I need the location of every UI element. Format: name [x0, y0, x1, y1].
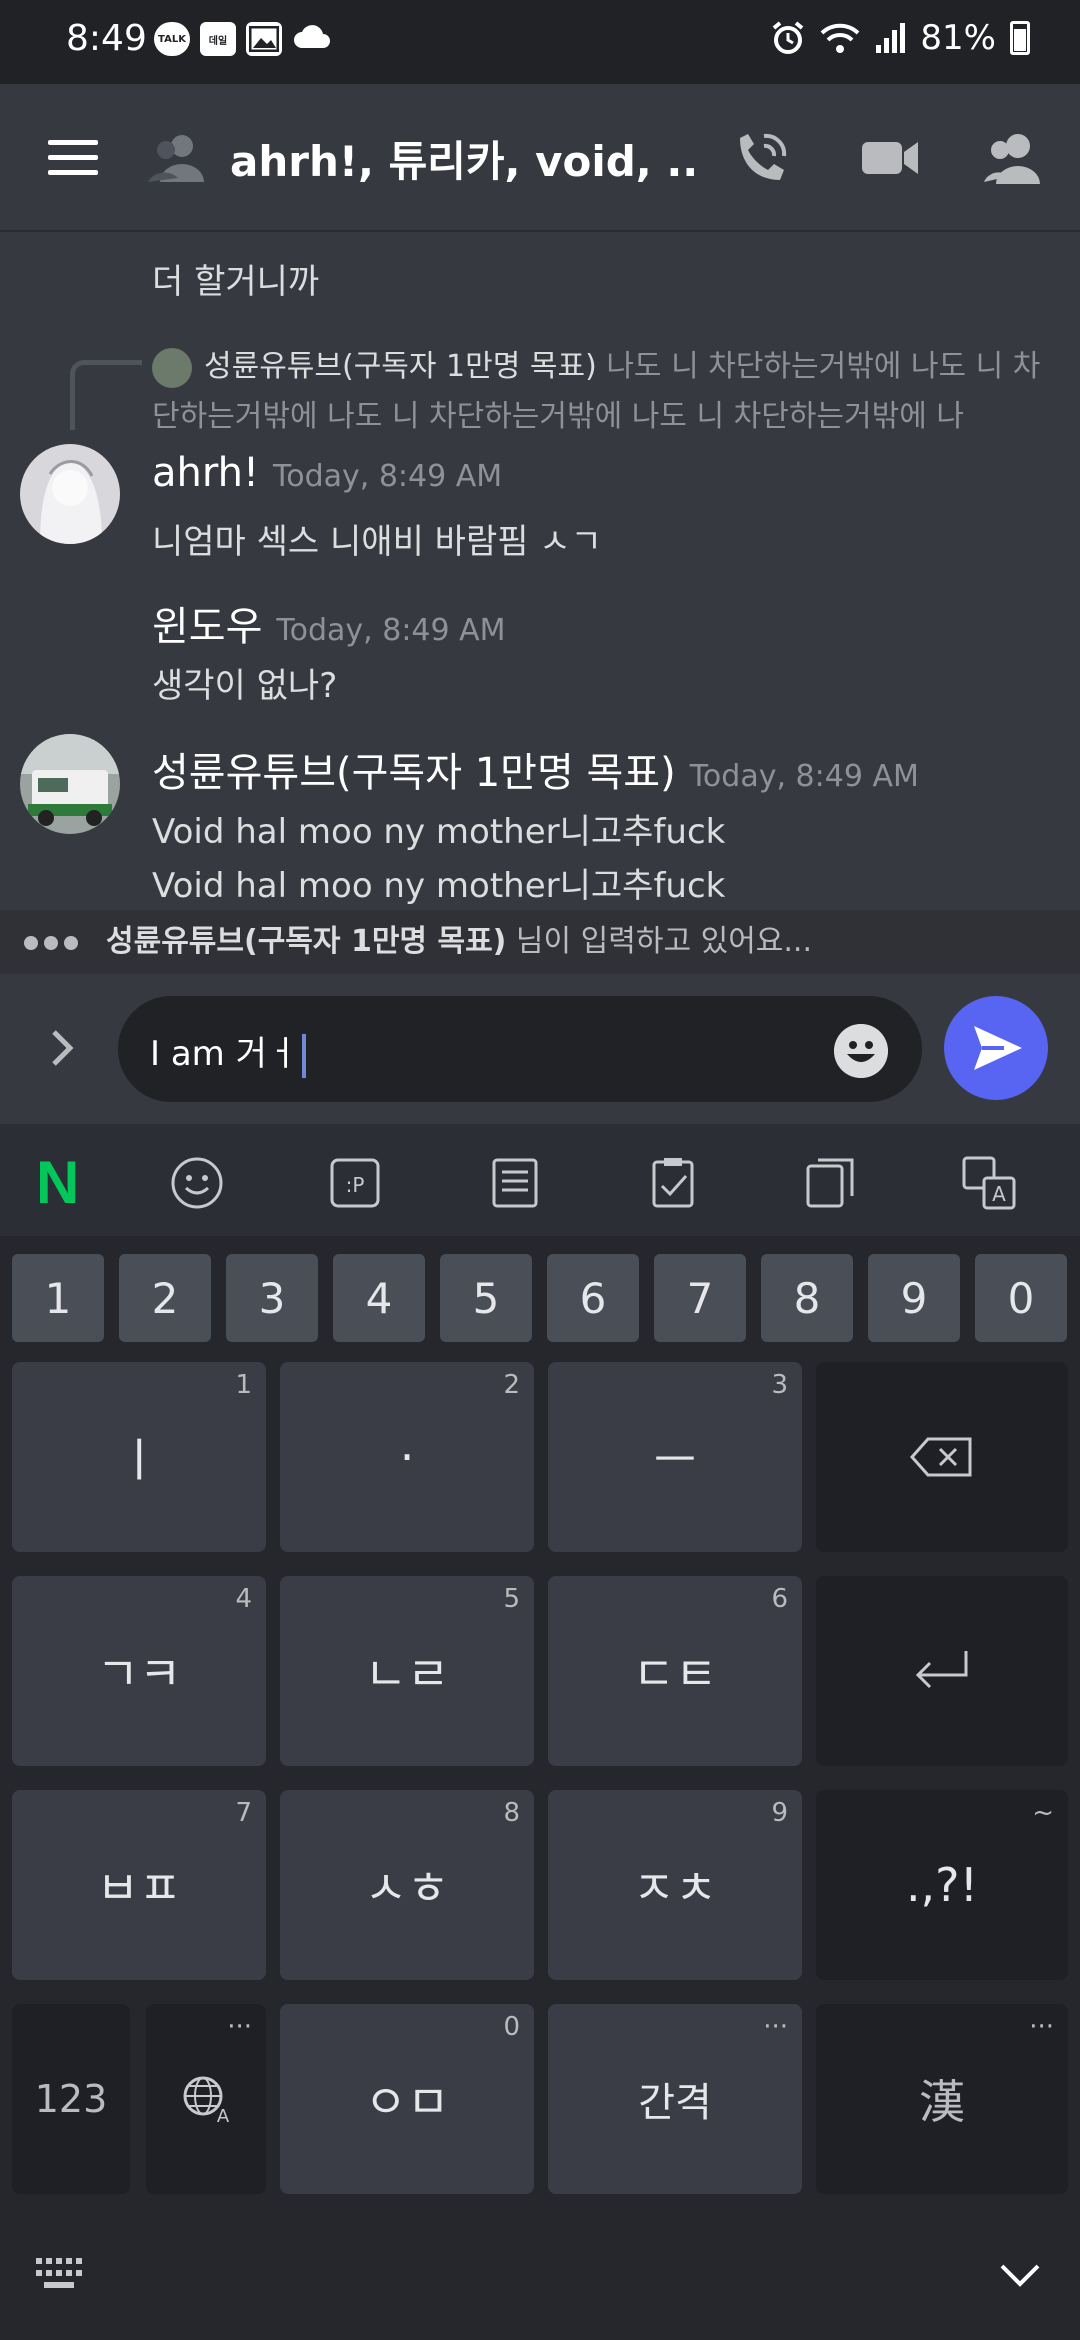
notes-icon[interactable]: [486, 1154, 544, 1212]
emoticon-icon[interactable]: :P: [326, 1154, 384, 1212]
key-nieun[interactable]: ㄴㄹ 5: [280, 1576, 534, 1766]
battery-percent: 81%: [920, 18, 996, 58]
message-header: ahrh! Today, 8:49 AM: [152, 450, 502, 496]
keyboard: N :P A 1 2 3 4 5 6 7 8 9 0 ㅣ1 · 2 ㅡ3 ㄱㅋ 4 …: [0, 1124, 1080, 2340]
reply-connector: [70, 360, 142, 430]
backspace-icon: [910, 1437, 972, 1477]
hide-keyboard-icon[interactable]: [998, 2262, 1042, 2290]
author-name[interactable]: 윈도우: [152, 604, 262, 650]
message-text: 니엄마 섹스 니애비 바람핌 ㅅㄱ: [152, 522, 602, 562]
message-composer: I am 거ㅓ: [0, 974, 1080, 1124]
cloud-icon: [292, 22, 332, 56]
alarm-icon: [773, 21, 804, 54]
wifi-icon: [821, 23, 860, 53]
message-input[interactable]: I am 거ㅓ: [118, 996, 922, 1102]
globe-icon: A: [183, 2076, 230, 2124]
message-text: Void hal moo ny mother니고추fuck: [152, 812, 726, 852]
key-vowel-eu[interactable]: ㅡ3: [548, 1362, 802, 1552]
message-timestamp: Today, 8:49 AM: [276, 613, 506, 648]
typing-indicator: 성륜유튜브(구독자 1만명 목표) 님이 입력하고 있어요...: [0, 910, 1080, 974]
svg-text:A: A: [217, 2106, 230, 2124]
translate-icon[interactable]: A: [960, 1154, 1018, 1212]
key-7[interactable]: 7: [654, 1254, 746, 1342]
avatar[interactable]: [20, 734, 120, 834]
send-button[interactable]: [944, 996, 1048, 1100]
key-4[interactable]: 4: [333, 1254, 425, 1342]
svg-text:A: A: [992, 1182, 1006, 1206]
naver-icon[interactable]: N: [36, 1153, 94, 1213]
channel-header: ahrh!, 튜리카, void, ...: [0, 84, 1080, 230]
channel-title[interactable]: ahrh!, 튜리카, void, ...: [230, 128, 700, 189]
key-ieung[interactable]: ㅇㅁ 0: [280, 2004, 534, 2194]
message-text: 더 할거니까: [152, 262, 320, 302]
key-1[interactable]: 1: [12, 1254, 104, 1342]
enter-icon: [915, 1651, 968, 1689]
battery-icon: [1010, 21, 1030, 55]
key-digeut[interactable]: ㄷㅌ 6: [548, 1576, 802, 1766]
key-3[interactable]: 3: [226, 1254, 318, 1342]
key-jieut[interactable]: ㅈㅊ 9: [548, 1790, 802, 1980]
keyboard-nav-bar: [0, 2222, 1080, 2340]
keyboard-toolbar: N :P A: [0, 1124, 1080, 1236]
key-5[interactable]: 5: [440, 1254, 532, 1342]
reply-avatar: [152, 347, 192, 388]
status-bar: 8:49 TALK 데일 81%: [0, 0, 1080, 84]
backspace-key[interactable]: [816, 1362, 1068, 1552]
typing-dots-icon: [24, 936, 78, 950]
members-icon[interactable]: [982, 128, 1046, 188]
key-giyeok[interactable]: ㄱㅋ 4: [12, 1576, 266, 1766]
key-vowel-i[interactable]: ㅣ1: [12, 1362, 266, 1552]
copy-icon[interactable]: [802, 1154, 860, 1212]
key-0[interactable]: 0: [975, 1254, 1067, 1342]
status-right: 81%: [770, 18, 1030, 58]
author-name[interactable]: 성륜유튜브(구독자 1만명 목표): [152, 750, 676, 796]
key-6[interactable]: 6: [547, 1254, 639, 1342]
voice-call-icon[interactable]: [730, 128, 794, 188]
space-key[interactable]: 간격 ···: [548, 2004, 802, 2194]
hanja-key[interactable]: 漢 ···: [816, 2004, 1068, 2194]
avatar[interactable]: [20, 444, 120, 544]
reply-preview[interactable]: 성륜유튜브(구독자 1만명 목표) 나도 니 차단하는거밖에 나도 니 차단하는…: [152, 342, 1062, 442]
typing-user: 성륜유튜브(구독자 1만명 목표): [106, 924, 507, 959]
emoji-icon[interactable]: [834, 1024, 888, 1078]
message-input-value[interactable]: I am 거ㅓ: [150, 1026, 307, 1078]
app-notification-icon: 데일: [200, 22, 236, 56]
send-icon: [974, 1026, 1022, 1070]
key-bieup[interactable]: ㅂㅍ 7: [12, 1790, 266, 1980]
reply-author: 성륜유튜브(구독자 1만명 목표): [204, 349, 597, 384]
video-call-icon[interactable]: [858, 128, 922, 188]
enter-key[interactable]: [816, 1576, 1068, 1766]
chevron-right-icon[interactable]: [48, 1026, 76, 1070]
key-8[interactable]: 8: [761, 1254, 853, 1342]
svg-text::P: :P: [346, 1173, 365, 1197]
message-timestamp: Today, 8:49 AM: [689, 759, 919, 794]
text-caret: [302, 1033, 307, 1078]
status-time: 8:49: [66, 18, 147, 59]
keyboard-switch-icon[interactable]: [34, 2256, 88, 2292]
symbols-key[interactable]: 123: [12, 2004, 130, 2194]
notification-icons: TALK 데일: [154, 22, 332, 56]
clipboard-icon[interactable]: [644, 1154, 702, 1212]
kakaotalk-icon: TALK: [154, 22, 190, 56]
menu-icon[interactable]: [48, 140, 98, 176]
message-timestamp: Today, 8:49 AM: [273, 459, 503, 494]
message-header: 윈도우 Today, 8:49 AM: [152, 594, 506, 652]
message-list[interactable]: 더 할거니까 성륜유튜브(구독자 1만명 목표) 나도 니 차단하는거밖에 나도…: [0, 230, 1080, 910]
key-2[interactable]: 2: [119, 1254, 211, 1342]
emoji-keyboard-icon[interactable]: [168, 1154, 226, 1212]
group-dm-icon: [148, 135, 204, 182]
author-name[interactable]: ahrh!: [152, 450, 259, 496]
message-text: Void hal moo ny mother니고추fuck: [152, 866, 726, 906]
key-siot[interactable]: ㅅㅎ 8: [280, 1790, 534, 1980]
key-vowel-dot[interactable]: · 2: [280, 1362, 534, 1552]
typing-suffix: 님이 입력하고 있어요...: [506, 924, 813, 959]
image-icon: [246, 22, 282, 56]
message-header: 성륜유튜브(구독자 1만명 목표) Today, 8:49 AM: [152, 740, 919, 798]
message-text: 생각이 없나?: [152, 666, 338, 706]
language-key[interactable]: ··· A: [146, 2004, 266, 2194]
punctuation-key[interactable]: .,?! ~: [816, 1790, 1068, 1980]
key-9[interactable]: 9: [868, 1254, 960, 1342]
signal-icon: [876, 23, 906, 53]
